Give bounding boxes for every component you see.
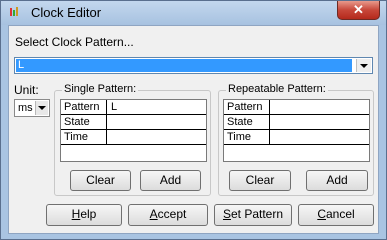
repeatable-pattern-title: Repeatable Pattern:: [226, 83, 328, 95]
single-pattern-grid[interactable]: Pattern L State Time: [60, 99, 207, 162]
single-add-button[interactable]: Add: [140, 170, 201, 191]
time-cell-label: Time: [61, 130, 107, 144]
select-pattern-label: Select Clock Pattern...: [15, 35, 134, 49]
title-bar[interactable]: Clock Editor ✕: [1, 1, 386, 25]
chevron-down-icon: [38, 106, 46, 110]
accept-button[interactable]: Accept: [128, 204, 208, 226]
clock-pattern-select[interactable]: L: [14, 57, 373, 74]
pattern-cell-value[interactable]: L: [111, 100, 117, 114]
repeatable-pattern-grid[interactable]: Pattern State Time: [223, 99, 370, 162]
single-clear-button[interactable]: Clear: [70, 170, 131, 191]
set-pattern-button[interactable]: Set Pattern: [214, 204, 292, 226]
repeatable-time-row[interactable]: Time: [224, 130, 369, 145]
unit-select[interactable]: ms: [14, 99, 50, 117]
repeatable-add-button[interactable]: Add: [306, 170, 368, 191]
clock-editor-icon: [10, 7, 18, 16]
help-button[interactable]: Help: [46, 204, 122, 226]
clock-pattern-dropdown-button[interactable]: [356, 59, 371, 72]
pattern-cell-label: Pattern: [61, 100, 107, 114]
repeatable-pattern-row[interactable]: Pattern: [224, 100, 369, 115]
repeatable-clear-button[interactable]: Clear: [229, 170, 291, 191]
repeatable-pattern-group: Repeatable Pattern: Pattern State Time C…: [218, 83, 374, 196]
state-cell-label: State: [61, 115, 107, 129]
single-pattern-group: Single Pattern: Pattern L State Time Cle…: [54, 83, 211, 196]
single-state-row[interactable]: State: [61, 115, 206, 130]
close-icon: ✕: [353, 2, 364, 17]
set-pattern-label: et Pattern: [230, 207, 284, 221]
clock-editor-window: Clock Editor ✕ Select Clock Pattern... L…: [0, 0, 387, 240]
clock-pattern-value: L: [16, 59, 352, 72]
cancel-mnemonic: C: [317, 207, 326, 221]
unit-dropdown-button[interactable]: [35, 101, 48, 115]
single-pattern-row[interactable]: Pattern L: [61, 100, 206, 115]
unit-label: Unit:: [14, 83, 39, 97]
state-cell-label: State: [224, 115, 270, 129]
close-button[interactable]: ✕: [337, 1, 380, 20]
time-cell-label: Time: [224, 130, 270, 144]
chevron-down-icon: [360, 64, 368, 68]
window-title: Clock Editor: [31, 5, 102, 20]
unit-value: ms: [18, 102, 33, 114]
set-pattern-mnemonic: S: [222, 207, 231, 221]
single-time-row[interactable]: Time: [61, 130, 206, 145]
help-label: elp: [80, 207, 97, 221]
accept-label: ccept: [157, 207, 187, 221]
accept-mnemonic: A: [149, 207, 158, 221]
cancel-button[interactable]: Cancel: [298, 204, 374, 226]
repeatable-state-row[interactable]: State: [224, 115, 369, 130]
pattern-cell-label: Pattern: [224, 100, 270, 114]
dialog-body: Select Clock Pattern... L Unit: ms Singl…: [8, 25, 379, 234]
cancel-label: ancel: [325, 207, 355, 221]
single-pattern-title: Single Pattern:: [62, 83, 139, 95]
